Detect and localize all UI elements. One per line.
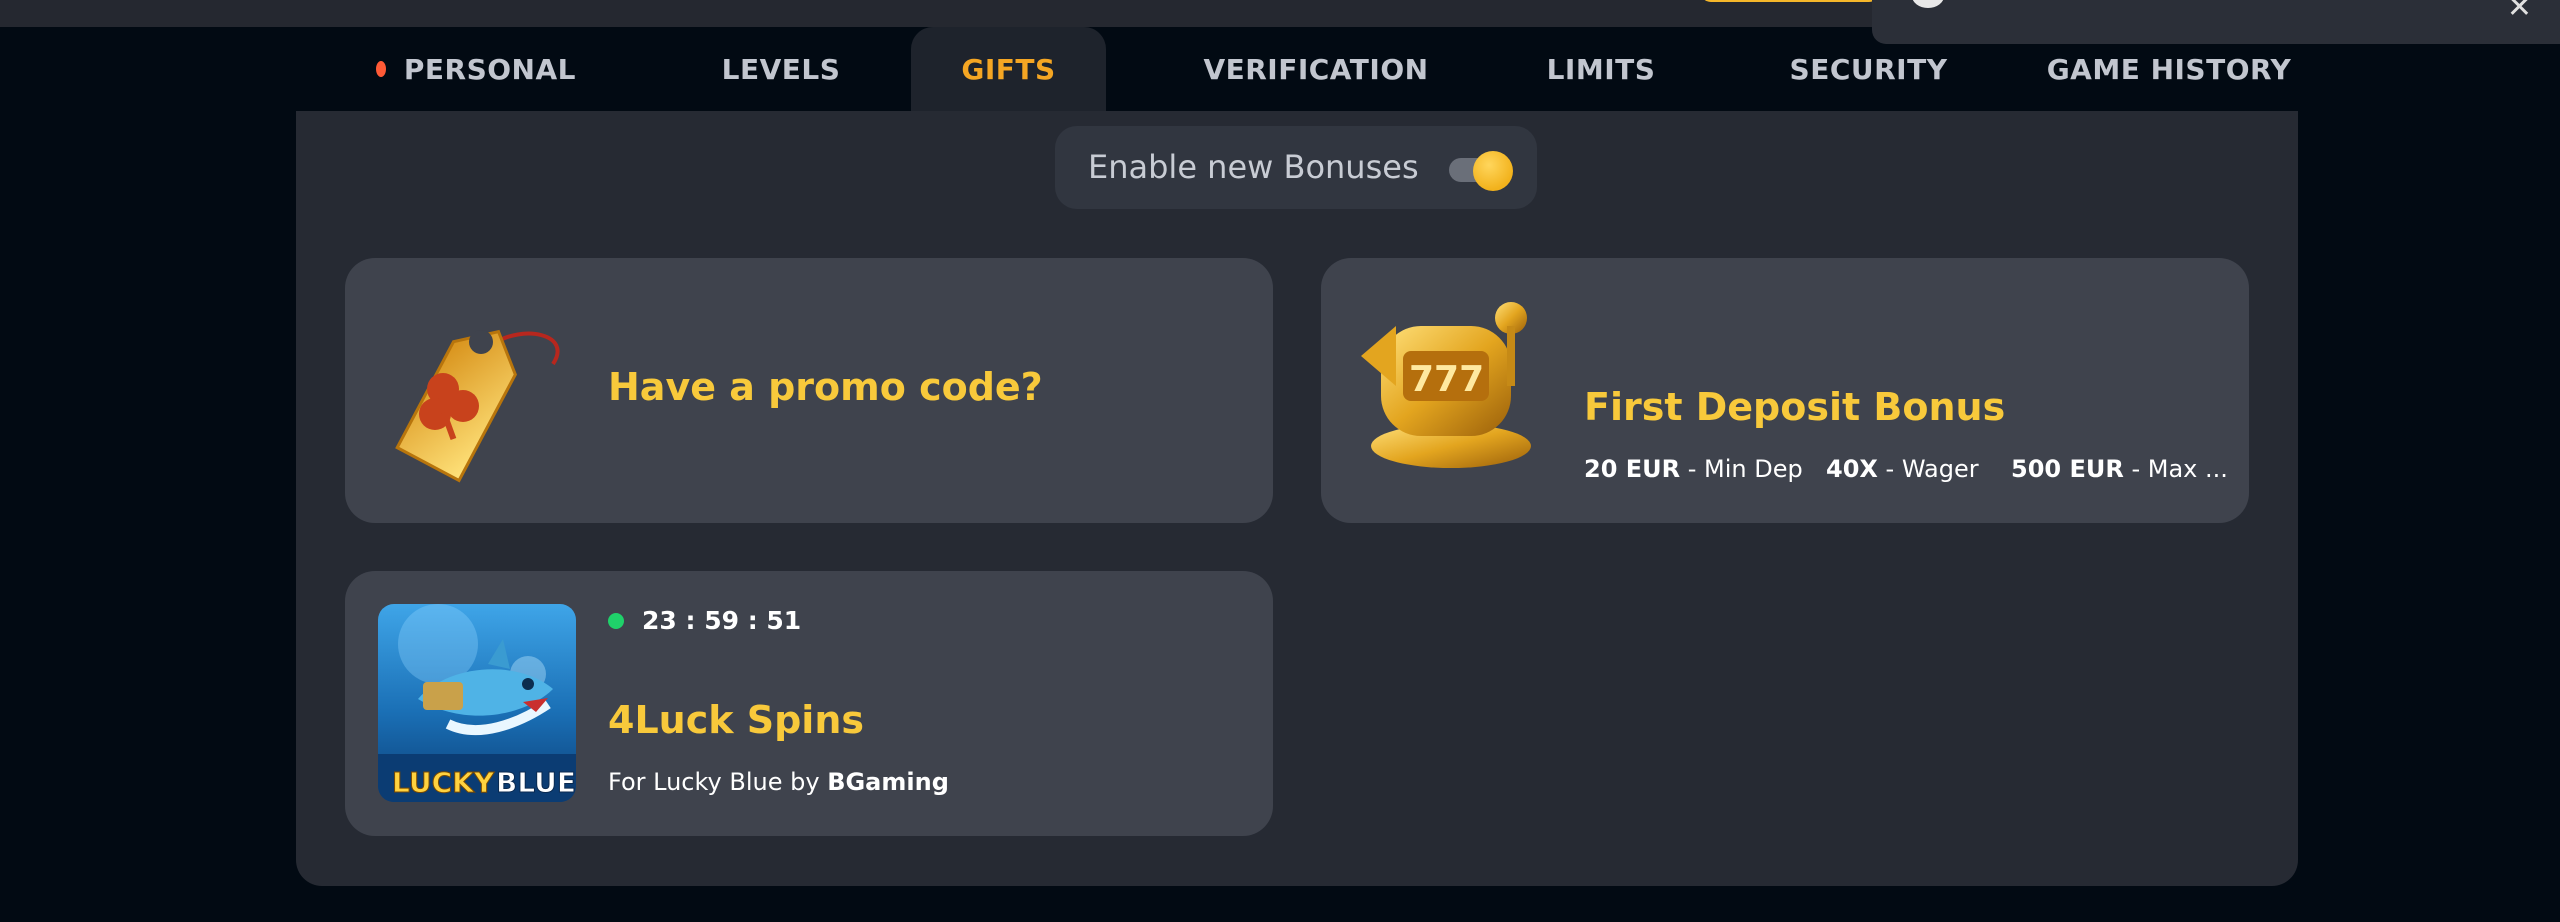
- spins-game-info: For Lucky Blue by BGaming: [608, 768, 949, 796]
- free-spins-card[interactable]: LUCKY BLUE 23 : 59 : 51 4Luck Spins For …: [345, 571, 1273, 836]
- first-deposit-card[interactable]: 777 First Deposit Bonus 20 EUR - Min Dep…: [1321, 258, 2249, 523]
- tab-label: LEVELS: [721, 52, 841, 86]
- promo-title: Have a promo code?: [608, 365, 1043, 409]
- alert-dot: [376, 61, 386, 77]
- tab-label: VERIFICATION: [1203, 52, 1429, 86]
- spins-provider: BGaming: [827, 768, 949, 796]
- thumb-title-left: LUCKY: [392, 766, 495, 799]
- max-bonus-value: 500 EUR: [2011, 455, 2124, 483]
- shark-game-image: LUCKY BLUE: [378, 604, 576, 802]
- min-deposit-value: 20 EUR: [1584, 455, 1681, 483]
- tab-label: SECURITY: [1789, 52, 1948, 86]
- spins-game-prefix: For Lucky Blue by: [608, 768, 820, 796]
- tab-limits[interactable]: LIMITS: [1521, 27, 1681, 111]
- deposit-title: First Deposit Bonus: [1584, 385, 2006, 429]
- live-dot: [608, 612, 624, 629]
- tab-label: GIFTS: [961, 52, 1056, 86]
- tab-label: PERSONAL: [403, 52, 576, 86]
- tab-levels[interactable]: LEVELS: [696, 27, 866, 111]
- bonus-toggle-switch[interactable]: [1449, 151, 1517, 191]
- tab-gifts[interactable]: GIFTS: [911, 27, 1106, 111]
- tab-label: GAME HISTORY: [2046, 52, 2292, 86]
- game-thumbnail: LUCKY BLUE: [378, 604, 576, 802]
- top-action-button[interactable]: [1700, 0, 1880, 2]
- tab-game-history[interactable]: GAME HISTORY: [2041, 27, 2297, 111]
- thumb-title-right: BLUE: [496, 766, 576, 799]
- tab-personal[interactable]: PERSONAL: [376, 27, 576, 111]
- avatar: [1912, 0, 1944, 8]
- tab-label: LIMITS: [1546, 52, 1656, 86]
- max-bonus-label: - Max ...: [2131, 455, 2228, 483]
- promo-code-card[interactable]: Have a promo code?: [345, 258, 1273, 523]
- spins-timer: 23 : 59 : 51: [608, 606, 801, 635]
- min-deposit-label: - Min Dep: [1687, 455, 1803, 483]
- max-bonus-info: 500 EUR - Max ...: [2011, 455, 2228, 483]
- min-deposit-info: 20 EUR - Min Dep: [1584, 455, 1803, 483]
- slot-machine-icon: 777: [1361, 302, 1531, 468]
- svg-text:777: 777: [1409, 359, 1484, 400]
- close-icon[interactable]: ✕: [2507, 0, 2532, 25]
- switch-knob: [1473, 151, 1513, 191]
- wager-label: - Wager: [1885, 455, 1979, 483]
- tag-clover-icon: [395, 329, 560, 483]
- spins-title: 4Luck Spins: [608, 698, 864, 742]
- tab-security[interactable]: SECURITY: [1746, 27, 1991, 111]
- wager-info: 40X - Wager: [1826, 455, 1979, 483]
- bonus-toggle-row: Enable new Bonuses: [1055, 126, 1537, 209]
- bonus-toggle-label: Enable new Bonuses: [1088, 148, 1419, 186]
- profile-tabs: PERSONAL LEVELS GIFTS VERIFICATION LIMIT…: [296, 27, 2298, 111]
- tab-verification[interactable]: VERIFICATION: [1181, 27, 1451, 111]
- wager-value: 40X: [1826, 455, 1878, 483]
- timer-value: 23 : 59 : 51: [642, 606, 802, 635]
- gifts-panel: Enable new Bonuses Have a promo code? 77…: [296, 111, 2298, 886]
